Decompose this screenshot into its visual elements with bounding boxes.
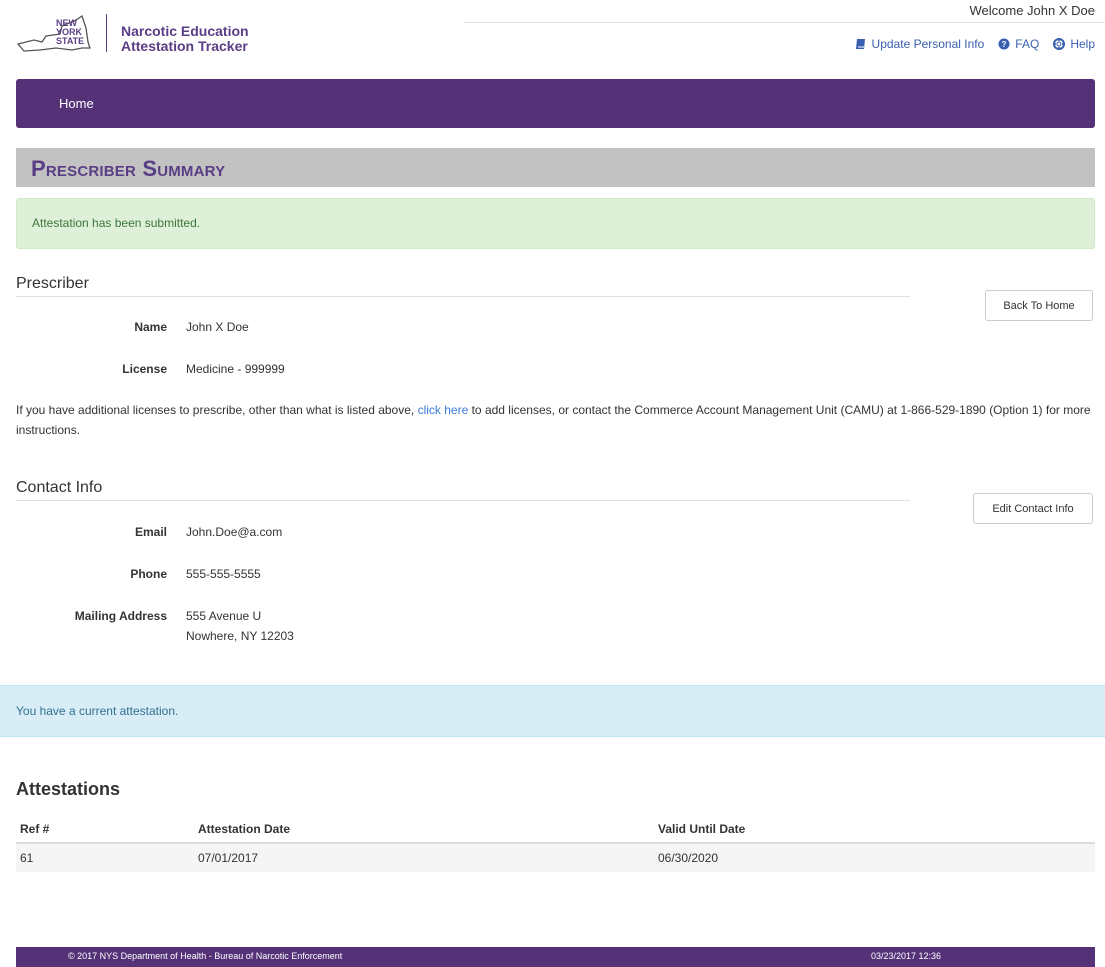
contact-heading: Contact Info	[16, 479, 103, 496]
column-attestation-date: Attestation Date	[194, 816, 654, 844]
success-alert-text: Attestation has been submitted.	[32, 216, 201, 230]
faq-label: FAQ	[1015, 37, 1040, 51]
page-title-bar: Prescriber Summary	[16, 148, 1095, 187]
question-circle-icon: ?	[998, 38, 1010, 50]
licenses-note-before: If you have additional licenses to presc…	[16, 403, 418, 417]
logo-divider	[106, 14, 107, 52]
table-row: 61 07/01/2017 06/30/2020	[16, 843, 1095, 872]
header-rule	[463, 22, 1105, 23]
edit-contact-info-button[interactable]: Edit Contact Info	[973, 493, 1093, 524]
back-to-home-button[interactable]: Back To Home	[985, 290, 1093, 321]
app-title: Narcotic Education Attestation Tracker	[121, 24, 249, 54]
cell-valid-until: 06/30/2020	[654, 843, 1095, 872]
nys-map-icon: NEW YORK STATE	[16, 14, 91, 52]
cell-ref: 61	[16, 843, 194, 872]
faq-link[interactable]: ? FAQ	[998, 37, 1039, 51]
attestations-title: Attestations	[16, 779, 121, 799]
phone-label: Phone	[130, 567, 167, 581]
address-line1: 555 Avenue U	[186, 609, 262, 623]
table-header-row: Ref # Attestation Date Valid Until Date	[16, 816, 1095, 844]
footer-copyright: © 2017 NYS Department of Health - Bureau…	[68, 951, 343, 961]
add-licenses-link[interactable]: click here	[418, 403, 469, 417]
mailing-address-label: Mailing Address	[74, 609, 167, 623]
email-value: John.Doe@a.com	[186, 525, 283, 539]
licenses-note: If you have additional licenses to presc…	[16, 400, 1096, 440]
footer: © 2017 NYS Department of Health - Bureau…	[16, 947, 1095, 967]
update-personal-info-link[interactable]: Update Personal Info	[855, 37, 985, 51]
contact-rule	[16, 500, 910, 501]
column-valid-until: Valid Until Date	[654, 816, 1095, 844]
footer-timestamp: 03/23/2017 12:36	[871, 951, 942, 961]
license-label: License	[122, 362, 167, 376]
cell-attestation-date: 07/01/2017	[194, 843, 654, 872]
svg-text:?: ?	[1002, 40, 1007, 49]
email-label: Email	[134, 525, 167, 539]
address-line2: Nowhere, NY 12203	[186, 629, 294, 643]
app-title-line1: Narcotic Education	[121, 23, 249, 39]
brand-line-state: STATE	[56, 36, 84, 46]
prescriber-heading: Prescriber	[16, 275, 89, 292]
mailing-address-value: 555 Avenue U Nowhere, NY 12203	[186, 606, 294, 646]
update-personal-info-label: Update Personal Info	[871, 37, 985, 51]
name-value: John X Doe	[186, 320, 249, 334]
phone-value: 555-555-5555	[186, 567, 261, 581]
welcome-text: Welcome John X Doe	[969, 3, 1096, 18]
help-label: Help	[1070, 37, 1095, 51]
name-label: Name	[134, 320, 167, 334]
lifebuoy-icon	[1053, 38, 1066, 50]
column-ref: Ref #	[16, 816, 194, 844]
main-navbar: Home	[16, 79, 1095, 128]
prescriber-rule	[16, 296, 910, 297]
app-title-line2: Attestation Tracker	[121, 38, 248, 54]
nav-home[interactable]: Home	[59, 79, 94, 128]
license-value: Medicine - 999999	[186, 362, 285, 376]
success-alert: Attestation has been submitted.	[16, 198, 1095, 249]
help-link[interactable]: Help	[1053, 37, 1095, 51]
attestations-table: Ref # Attestation Date Valid Until Date …	[16, 816, 1095, 872]
info-alert: You have a current attestation.	[0, 685, 1105, 737]
book-icon	[855, 39, 865, 49]
info-alert-text: You have a current attestation.	[16, 704, 179, 718]
nys-logo: NEW YORK STATE	[16, 14, 96, 52]
page-title: Prescriber Summary	[31, 156, 226, 181]
header-links: Update Personal Info ? FAQ Help	[855, 37, 1095, 51]
